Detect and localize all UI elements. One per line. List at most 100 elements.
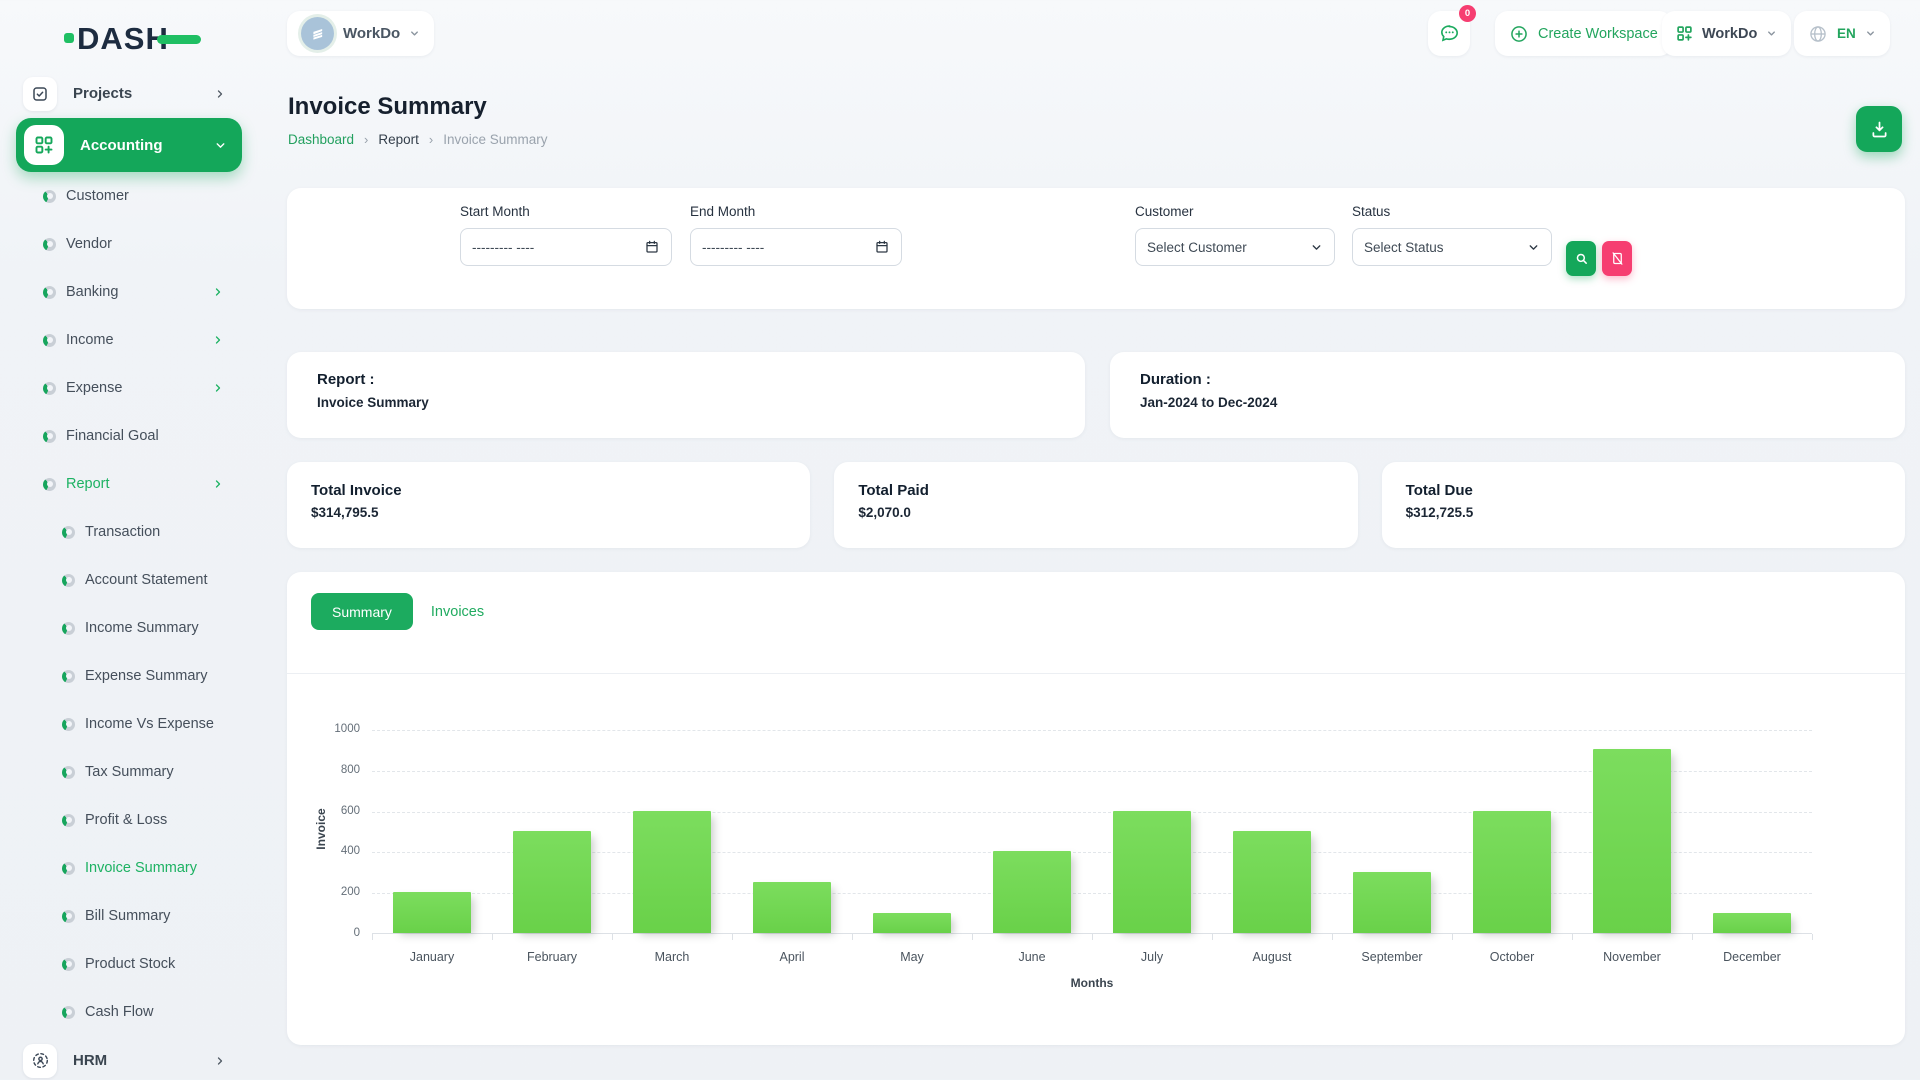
stat-label: Total Paid	[834, 462, 1357, 499]
chevron-right-icon	[212, 286, 224, 298]
bullet-icon	[62, 1006, 75, 1019]
stat-label: Total Due	[1382, 462, 1905, 499]
bar-march[interactable]	[633, 811, 711, 933]
end-month-input[interactable]: --------- ----	[690, 228, 902, 266]
sidebar-item-profit-loss[interactable]: Profit & Loss	[0, 796, 256, 844]
workspace-name: WorkDo	[343, 25, 400, 42]
x-axis-label-june: June	[972, 950, 1092, 964]
bar-june[interactable]	[993, 851, 1071, 933]
bar-february[interactable]	[513, 831, 591, 933]
sidebar-item-accounting[interactable]: Accounting	[16, 118, 242, 172]
x-axis-label-march: March	[612, 950, 732, 964]
sidebar-item-label: Income	[66, 332, 202, 348]
logo-accent-dot	[64, 33, 74, 43]
sidebar-item-income[interactable]: Income	[0, 316, 256, 364]
breadcrumb-separator-icon: ›	[364, 132, 368, 147]
app-logo[interactable]: DASH	[64, 20, 201, 56]
end-month-filter: End Month--------- ----	[690, 204, 902, 266]
sidebar-item-income-vs-expense[interactable]: Income Vs Expense	[0, 700, 256, 748]
chevron-right-icon	[212, 478, 224, 490]
sidebar-item-bill-summary[interactable]: Bill Summary	[0, 892, 256, 940]
customer-select[interactable]: Select Customer	[1135, 228, 1335, 266]
sidebar-item-label: Account Statement	[85, 572, 224, 588]
x-axis-label-december: December	[1692, 950, 1812, 964]
logo-text: DASH	[77, 23, 169, 54]
sidebar-item-report[interactable]: Report	[0, 460, 256, 508]
breadcrumb-dashboard[interactable]: Dashboard	[288, 132, 354, 147]
duration-info-card: Duration : Jan-2024 to Dec-2024	[1110, 352, 1905, 438]
breadcrumb-report[interactable]: Report	[378, 132, 419, 147]
bullet-icon	[43, 238, 56, 251]
stat-value: $2,070.0	[834, 499, 1357, 520]
bar-september[interactable]	[1353, 872, 1431, 933]
create-workspace-button[interactable]: Create Workspace	[1495, 11, 1672, 56]
status-select[interactable]: Select Status	[1352, 228, 1552, 266]
bar-november[interactable]	[1593, 749, 1671, 933]
bar-january[interactable]	[393, 892, 471, 933]
sidebar-item-financial-goal[interactable]: Financial Goal	[0, 412, 256, 460]
stat-card-total-invoice: Total Invoice$314,795.5	[287, 462, 810, 548]
bullet-icon	[62, 910, 75, 923]
workspace-menu-button[interactable]: WorkDo	[1662, 11, 1791, 56]
sidebar-item-income-summary[interactable]: Income Summary	[0, 604, 256, 652]
chevron-right-icon	[214, 1055, 226, 1067]
bar-may[interactable]	[873, 913, 951, 933]
bar-july[interactable]	[1113, 811, 1191, 933]
bullet-icon	[62, 622, 75, 635]
sidebar-item-invoice-summary[interactable]: Invoice Summary	[0, 844, 256, 892]
bar-december[interactable]	[1713, 913, 1791, 933]
y-axis-tick-label: 600	[310, 805, 360, 817]
start-month-filter: Start Month--------- ----	[460, 204, 672, 266]
sidebar-item-label: Vendor	[66, 236, 224, 252]
sidebar-item-cash-flow[interactable]: Cash Flow	[0, 988, 256, 1036]
x-axis-tick	[492, 934, 493, 940]
sidebar-item-customer[interactable]: Customer	[0, 172, 256, 220]
bar-april[interactable]	[753, 882, 831, 933]
sidebar-item-expense-summary[interactable]: Expense Summary	[0, 652, 256, 700]
sidebar-item-transaction[interactable]: Transaction	[0, 508, 256, 556]
sidebar-item-label: Financial Goal	[66, 428, 224, 444]
sidebar-item-expense[interactable]: Expense	[0, 364, 256, 412]
x-axis-tick	[1092, 934, 1093, 940]
filter-value: Select Customer	[1147, 240, 1247, 255]
breadcrumb-separator-icon: ›	[429, 132, 433, 147]
bullet-icon	[62, 526, 75, 539]
filter-value: --------- ----	[472, 240, 534, 255]
start-month-input[interactable]: --------- ----	[460, 228, 672, 266]
globe-icon	[1808, 24, 1828, 44]
messages-button[interactable]: 0	[1428, 11, 1470, 56]
filter-value: --------- ----	[702, 240, 764, 255]
calendar-icon	[874, 239, 890, 255]
workspace-switcher[interactable]: WorkDo	[287, 11, 434, 56]
language-selector[interactable]: EN	[1794, 11, 1890, 56]
sidebar-item-tax-summary[interactable]: Tax Summary	[0, 748, 256, 796]
chevron-down-icon	[1527, 241, 1540, 254]
report-info-value: Invoice Summary	[287, 388, 1085, 410]
tab-summary[interactable]: Summary	[311, 593, 413, 630]
sidebar-item-product-stock[interactable]: Product Stock	[0, 940, 256, 988]
download-report-button[interactable]	[1856, 106, 1902, 152]
chevron-right-icon	[212, 334, 224, 346]
sidebar-item-label: Expense Summary	[85, 668, 224, 684]
filter-card: Start Month--------- ---- End Month------…	[287, 188, 1905, 309]
calendar-icon	[644, 239, 660, 255]
x-axis-tick	[852, 934, 853, 940]
sidebar-item-label: Expense	[66, 380, 202, 396]
sidebar-item-vendor[interactable]: Vendor	[0, 220, 256, 268]
bar-august[interactable]	[1233, 831, 1311, 933]
sidebar-item-banking[interactable]: Banking	[0, 268, 256, 316]
grid-plus-icon	[24, 125, 64, 165]
sidebar-item-hrm[interactable]: HRM	[0, 1036, 256, 1080]
sidebar-item-projects[interactable]: Projects	[0, 69, 256, 118]
y-axis-tick-label: 0	[310, 927, 360, 939]
sidebar-item-account-statement[interactable]: Account Statement	[0, 556, 256, 604]
tab-invoices[interactable]: Invoices	[431, 604, 484, 620]
bullet-icon	[43, 334, 56, 347]
apply-filter-button[interactable]	[1566, 241, 1596, 276]
reset-filter-button[interactable]	[1602, 241, 1632, 276]
bar-october[interactable]	[1473, 811, 1551, 933]
y-axis-tick-label: 200	[310, 886, 360, 898]
bullet-icon	[43, 430, 56, 443]
messages-count-badge: 0	[1459, 5, 1476, 22]
stat-card-total-due: Total Due$312,725.5	[1382, 462, 1905, 548]
